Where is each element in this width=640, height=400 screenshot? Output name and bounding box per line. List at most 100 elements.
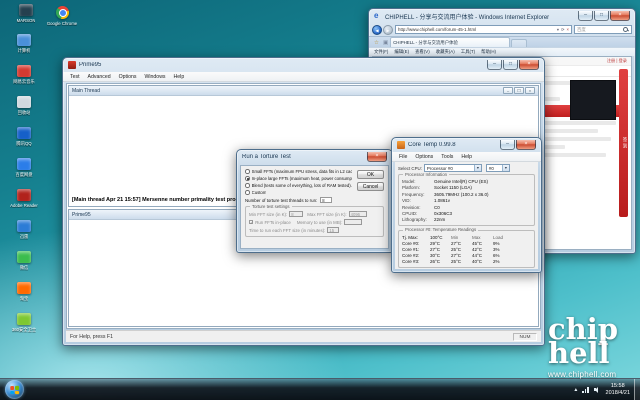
desktop-icon[interactable]: 腾讯QQ [2,127,46,156]
coretemp-titlebar[interactable]: Core Temp 0.99.8 [392,138,541,152]
prime95-menu-item[interactable]: Advanced [84,74,115,80]
desktop-icon[interactable]: 迅雷 [2,220,46,249]
desktop-icon[interactable]: Adobe Reader [2,189,46,218]
desktop: MARSON Google Chrome 计算机 网易云音乐 回收站 腾讯QQ … [0,0,640,400]
coretemp-menu-item[interactable]: Tools [437,154,457,160]
radio-option[interactable]: Blend (tests some of everything, lots of… [245,183,352,188]
tjmax-value: 100°C [430,235,451,240]
desktop-icon[interactable]: 回收站 [2,96,46,125]
search-icon[interactable] [623,27,629,33]
tray-expand-icon[interactable]: ▲ [573,387,578,393]
core-name: Core #1: [402,247,430,252]
minimize-button[interactable] [503,87,513,94]
address-bar[interactable]: http://www.chiphell.com/forum-45-1.html [395,25,572,34]
radio-option[interactable]: Small FFTs (maximum FPU stress, data fit… [245,169,352,174]
cancel-button[interactable]: Cancel [357,182,384,191]
memory-input[interactable] [344,219,362,225]
desktop-icon[interactable]: 360安全卫士 [2,313,46,342]
radio-option[interactable]: In-place large FFTs (maximum heat, power… [245,176,352,181]
ok-button[interactable]: OK [357,170,384,179]
close-button[interactable] [610,11,630,21]
taskbar-clock[interactable]: 15:58 2018/4/21 [606,383,630,396]
core-temp: 29°C [430,241,451,246]
browser-menu-item[interactable]: 查看(V) [412,49,433,55]
prime95-menubar: TestAdvancedOptionsWindowsHelp [63,72,544,82]
dialog-titlebar[interactable]: Run a Torture Test [237,150,392,164]
prime95-menu-item[interactable]: Test [66,74,84,80]
close-button[interactable] [525,87,535,94]
torture-settings-group: Torture test settings Min FFT size (in K… [245,206,384,237]
main-thread-titlebar[interactable]: Main Thread [69,86,538,96]
max-fft-input[interactable]: 4096 [349,211,367,217]
desktop-icon[interactable]: 百度网盘 [2,158,46,187]
coretemp-menu-item[interactable]: Options [411,154,437,160]
desktop-icon[interactable]: 淘宝 [2,282,46,311]
desktop-icon-label: MARSON [17,18,36,23]
maximize-button[interactable] [503,60,518,70]
min-fft-input[interactable]: 8 [289,211,303,217]
address-dropdown-icon[interactable] [557,27,559,32]
clock-time: 15:58 [606,383,630,390]
coretemp-menu-item[interactable]: File [395,154,411,160]
info-value: 3605.79MHz (100.2 x 36.0) [434,192,531,197]
select-cpu-label: Select CPU: [398,166,422,171]
close-button[interactable] [516,140,536,150]
run-ffts-inplace-checkbox[interactable] [249,220,253,224]
chevron-down-icon[interactable] [474,165,481,171]
search-box[interactable]: 百度 [574,25,632,34]
refresh-icon[interactable] [561,27,565,32]
desktop-icon[interactable]: 微信 [2,251,46,280]
favorites-star-icon[interactable] [374,40,379,46]
forward-button[interactable] [383,25,393,35]
browser-menu-item[interactable]: 工具(T) [458,49,478,55]
core-select-combo[interactable]: #0 [486,164,510,172]
back-button[interactable] [372,25,382,35]
page-login-links[interactable]: 注册 | 登录 [607,58,627,64]
minimize-button[interactable] [500,140,515,150]
stop-icon[interactable] [567,27,569,32]
volume-icon[interactable] [594,386,601,393]
desktop-icon-chrome[interactable]: Google Chrome [44,6,80,26]
show-desktop-button[interactable] [634,379,640,400]
chevron-down-icon[interactable] [502,165,509,171]
maximize-button[interactable] [594,11,609,21]
ie-icon [374,12,382,20]
close-button[interactable] [367,152,387,162]
desktop-icon-marson[interactable]: MARSON [8,4,44,23]
browser-tab[interactable]: CHIPHELL - 分享与交流用户体验 [390,37,510,47]
favorites-bar-icon[interactable] [383,40,388,46]
minimize-button[interactable] [578,11,593,21]
windows-flag-icon [10,385,19,393]
browser-titlebar[interactable]: CHIPHELL - 分享与交流用户体验 - Windows Internet … [369,9,635,23]
prime95-statusbar: For Help, press F1 NUM [66,330,541,342]
time-label: Time to run each FFT size (in minutes): [249,228,325,233]
watermark-line2: hell [548,342,618,366]
desktop-icon[interactable]: 计算机 [2,34,46,63]
start-button[interactable] [5,380,24,399]
prime95-menu-item[interactable]: Options [115,74,141,80]
browser-menu-item[interactable]: 文件(F) [371,49,391,55]
info-value: 0x306C3 [434,211,531,216]
new-tab-button[interactable] [511,39,527,47]
prime95-menu-item[interactable]: Help [170,74,189,80]
prime95-titlebar[interactable]: Prime95 [63,58,544,72]
minimize-button[interactable] [487,60,502,70]
time-input[interactable]: 15 [327,227,339,233]
clock-date: 2018/4/21 [606,390,630,397]
threads-input[interactable]: 8 [320,197,332,203]
network-icon[interactable] [582,386,589,393]
coretemp-menu-item[interactable]: Help [457,154,476,160]
prime95-menu-item[interactable]: Windows [140,74,169,80]
side-float-bar[interactable]: 签到 [619,69,628,217]
core-max: 45°C [472,241,493,246]
ad-image[interactable] [570,80,616,120]
browser-menu-item[interactable]: 帮助(H) [478,49,499,55]
maximize-button[interactable] [514,87,524,94]
close-button[interactable] [519,60,539,70]
core-min: 25°C [451,247,472,252]
radio-label: Custom [252,190,267,195]
browser-menu-item[interactable]: 收藏夹(A) [433,49,458,55]
desktop-icon[interactable]: 网易云音乐 [2,65,46,94]
radio-option[interactable]: Custom [245,190,352,195]
browser-menu-item[interactable]: 编辑(E) [391,49,412,55]
